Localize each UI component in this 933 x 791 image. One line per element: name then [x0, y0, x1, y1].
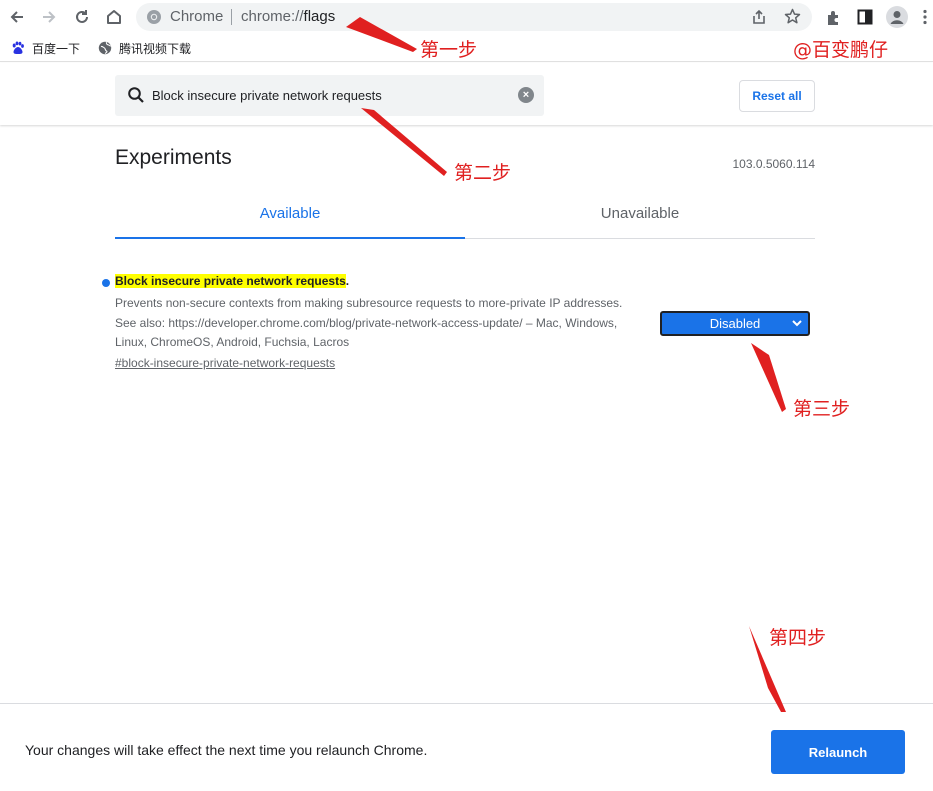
baidu-paw-icon	[12, 41, 24, 54]
experiment-permalink[interactable]: #block-insecure-private-network-requests	[115, 356, 335, 370]
forward-arrow-icon[interactable]	[36, 4, 62, 30]
annotation-step4: 第四步	[769, 627, 827, 649]
bookmark-label: 腾讯视频下载	[119, 41, 192, 56]
experiment-title: Block insecure private network requests.	[115, 274, 350, 288]
flags-header: Block insecure private network requests …	[0, 63, 933, 125]
tab-available[interactable]: Available	[115, 190, 465, 239]
globe-icon	[98, 41, 112, 55]
relaunch-button[interactable]: Relaunch	[771, 730, 905, 774]
search-input[interactable]: Block insecure private network requests …	[115, 75, 544, 116]
bookmark-label: 百度一下	[32, 41, 81, 56]
chrome-logo-icon	[147, 10, 161, 24]
bookmark-tencent-video[interactable]: 腾讯视频下载	[98, 40, 191, 56]
selected-option: Disabled	[709, 316, 761, 331]
reload-icon[interactable]	[69, 4, 95, 30]
relaunch-bar: Your changes will take effect the next t…	[0, 703, 933, 791]
address-bar[interactable]: Chrome chrome://flags	[136, 3, 812, 31]
bookmark-baidu[interactable]: 百度一下	[11, 40, 80, 56]
side-panel-icon[interactable]	[852, 4, 878, 30]
relaunch-message: Your changes will take effect the next t…	[25, 742, 428, 758]
home-icon[interactable]	[101, 4, 127, 30]
search-icon	[128, 87, 144, 103]
reset-all-button[interactable]: Reset all	[739, 80, 815, 112]
experiment-state-select[interactable]: Disabled	[660, 311, 810, 336]
back-arrow-icon[interactable]	[4, 4, 30, 30]
more-menu-icon[interactable]	[916, 4, 933, 30]
chevron-down-icon	[792, 320, 802, 327]
tab-bar: Available Unavailable	[115, 190, 815, 239]
version-label: 103.0.5060.114	[732, 157, 815, 171]
annotation-step2: 第二步	[454, 162, 512, 184]
page-title: Experiments	[115, 146, 232, 169]
experiment-description: Prevents non-secure contexts from making…	[115, 296, 623, 349]
annotation-watermark: @百变鹏仔	[793, 39, 889, 61]
annotation-step1: 第一步	[420, 39, 478, 61]
url-text: chrome://flags	[241, 8, 336, 25]
clear-search-icon[interactable]: ×	[518, 87, 534, 103]
share-icon[interactable]	[751, 9, 767, 25]
modified-indicator-dot	[102, 279, 110, 287]
search-input-value: Block insecure private network requests	[152, 88, 382, 103]
bookmark-star-icon[interactable]	[784, 8, 801, 25]
profile-avatar-icon[interactable]	[884, 4, 910, 30]
site-label: Chrome	[170, 8, 224, 25]
browser-toolbar: Chrome chrome://flags	[0, 0, 933, 34]
address-separator	[231, 9, 232, 25]
annotation-step3: 第三步	[793, 398, 851, 420]
tab-unavailable[interactable]: Unavailable	[465, 190, 815, 238]
search-highlight: Block insecure private network requests	[115, 274, 346, 288]
extensions-puzzle-icon[interactable]	[820, 4, 846, 30]
